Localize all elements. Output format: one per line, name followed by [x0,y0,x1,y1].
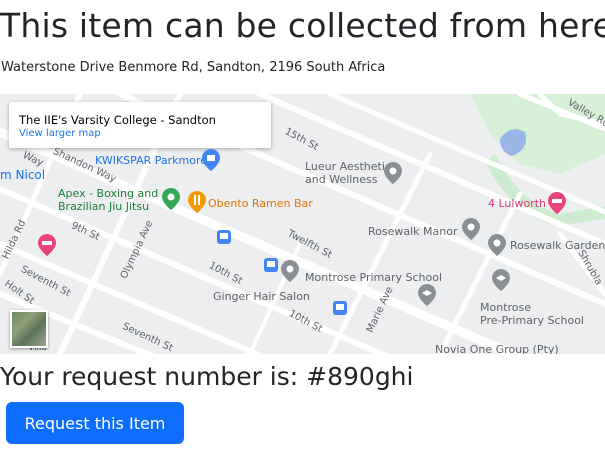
place-pin-icon[interactable] [384,162,402,184]
place-name: The IIE's Varsity College - Sandton [19,113,216,127]
place-pin-icon[interactable] [488,234,506,256]
place-label[interactable]: 4 Lulworth [488,198,546,210]
school-pin-icon[interactable] [418,284,436,306]
bus-stop-icon[interactable] [217,230,231,244]
restaurant-pin-icon[interactable] [188,191,206,213]
place-label[interactable]: Montrose [480,302,531,314]
school-pin-icon[interactable] [492,269,510,291]
hotel-pin-icon[interactable] [38,234,56,256]
hotel-pin-icon[interactable] [548,192,566,214]
place-label[interactable]: Lueur Aesthetics [305,161,397,173]
place-label[interactable]: Rosewalk Manor [368,226,458,238]
place-pin-icon[interactable] [462,218,480,240]
page-title: This item can be collected from here: [0,6,605,45]
place-label[interactable]: Rosewalk Garden [510,240,605,252]
bus-stop-icon[interactable] [264,258,278,272]
place-label[interactable]: Brazilian Jiu Jitsu [58,201,149,213]
gym-pin-icon[interactable] [162,188,180,210]
place-label[interactable]: Montrose Primary School [305,272,442,284]
map-info-card: The IIE's Varsity College - Sandton View… [9,102,271,148]
place-label[interactable]: and Wellness [305,174,378,186]
bus-stop-icon[interactable] [333,301,347,315]
place-pin-icon[interactable] [281,260,299,282]
map-embed[interactable]: Valley Rd 15th St Shandon Way Way Hilda … [0,94,605,354]
request-number: Your request number is: #890ghi [0,362,414,391]
place-label[interactable]: Ginger Hair Salon [213,291,310,303]
place-label[interactable]: Obento Ramen Bar [208,198,313,210]
place-label: m Nicol [0,168,46,182]
place-label[interactable]: Pre-Primary School [480,315,584,327]
request-item-button[interactable]: Request this Item [6,402,184,444]
shopping-pin-icon[interactable] [202,149,220,171]
place-label[interactable]: Apex - Boxing and [58,188,158,200]
view-larger-map-link[interactable]: View larger map [19,128,101,139]
place-label[interactable]: KWIKSPAR Parkmore [95,155,207,167]
place-label[interactable]: Novia One Group (Pty) [435,344,559,355]
satellite-view-toggle[interactable] [10,310,48,348]
collection-address: Waterstone Drive Benmore Rd, Sandton, 21… [1,60,386,75]
